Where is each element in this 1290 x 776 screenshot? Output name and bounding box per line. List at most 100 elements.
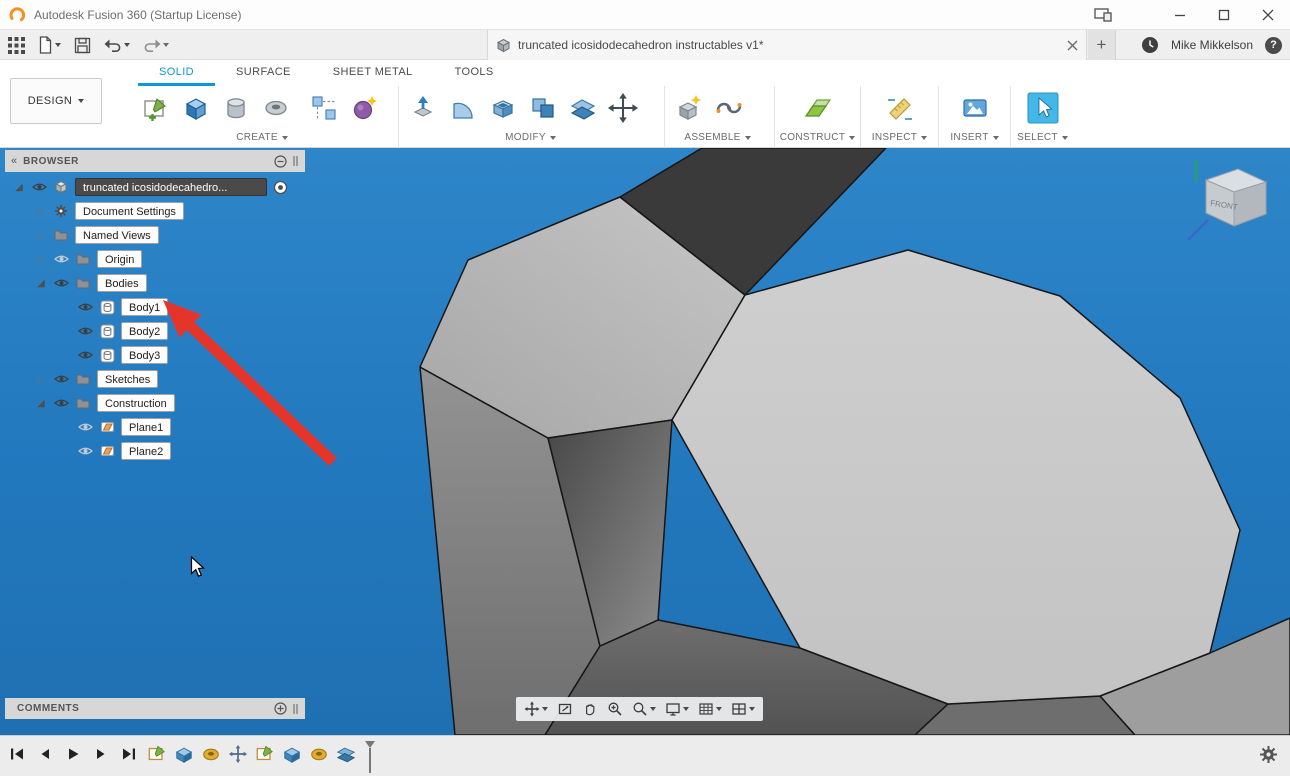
orbit-button[interactable] [582,701,598,717]
visibility-eye-off-icon[interactable] [77,443,93,459]
help-button[interactable]: ? [1265,37,1282,54]
notifications-clock-icon[interactable] [1141,36,1159,54]
timeline-feature-extrude2[interactable] [281,743,303,765]
tree-label-named-views[interactable]: Named Views [75,226,159,244]
press-pull-button[interactable] [407,92,439,124]
play-button[interactable] [62,743,84,765]
expander-open-icon[interactable] [35,278,47,289]
document-tab[interactable]: truncated icosidodecahedron instructable… [487,30,1087,60]
document-close-icon[interactable] [1067,40,1078,51]
expander-closed-icon[interactable] [35,206,47,217]
display-settings-button[interactable] [665,701,689,717]
zoom-in-button[interactable] [607,701,623,717]
combine-button[interactable] [527,92,559,124]
timeline-position-marker[interactable] [364,740,376,774]
tree-label-plane1[interactable]: Plane1 [121,418,171,436]
new-document-tab-button[interactable]: + [1088,30,1116,60]
step-forward-button[interactable] [90,743,112,765]
expander-closed-icon[interactable] [35,254,47,265]
timeline-feature-revolve1[interactable] [200,743,222,765]
create-group-label[interactable]: CREATE [132,132,392,143]
construction-plane-button[interactable] [802,92,834,124]
timeline-settings-gear-icon[interactable] [1259,745,1278,764]
box-button[interactable] [180,92,212,124]
panel-minus-icon[interactable] [274,155,287,168]
browser-header[interactable]: « BROWSER [5,150,305,172]
cylinder-button[interactable] [220,92,252,124]
tree-label-body3[interactable]: Body3 [121,346,168,364]
close-button[interactable] [1246,0,1290,30]
comments-bar[interactable]: COMMENTS [5,698,305,719]
timeline-feature-thicken[interactable] [335,743,357,765]
skip-to-end-button[interactable] [118,743,140,765]
insert-group-label[interactable]: INSERT [939,132,1010,143]
expander-open-icon[interactable] [35,398,47,409]
construct-group-label[interactable]: CONSTRUCT [775,132,860,143]
form-button[interactable] [348,92,380,124]
maximize-button[interactable] [1202,0,1246,30]
step-back-button[interactable] [34,743,56,765]
pan-button[interactable] [524,701,548,717]
select-group-label[interactable]: SELECT [1011,132,1074,143]
visibility-eye-off-icon[interactable] [77,419,93,435]
measure-button[interactable] [884,92,916,124]
visibility-eye-icon[interactable] [77,323,93,339]
tree-label-body2[interactable]: Body2 [121,322,168,340]
visibility-eye-icon[interactable] [77,299,93,315]
fillet-button[interactable] [447,92,479,124]
tab-tools[interactable]: TOOLS [434,60,515,86]
tree-label-root[interactable]: truncated icosidodecahedro... [75,178,267,196]
minimize-button[interactable] [1158,0,1202,30]
app-grid-button[interactable] [8,30,25,60]
activate-component-radio[interactable] [273,180,288,195]
timeline-feature-revolve2[interactable] [308,743,330,765]
visibility-eye-icon[interactable] [31,179,47,195]
visibility-eye-icon[interactable] [77,347,93,363]
timeline-feature-extrude1[interactable] [173,743,195,765]
offset-face-button[interactable] [567,92,599,124]
modify-group-label[interactable]: MODIFY [399,132,662,143]
view-cube[interactable]: FRONT [1182,156,1274,248]
tab-sheet-metal[interactable]: SHEET METAL [312,60,434,86]
shell-button[interactable] [487,92,519,124]
tree-label-origin[interactable]: Origin [97,250,142,268]
skip-to-start-button[interactable] [6,743,28,765]
assemble-group-label[interactable]: ASSEMBLE [665,132,770,143]
joint-button[interactable] [713,92,745,124]
tree-label-body1[interactable]: Body1 [121,298,168,316]
look-at-button[interactable] [557,701,573,717]
workspace-selector-button[interactable]: DESIGN [10,78,102,124]
expander-closed-icon[interactable] [35,230,47,241]
visibility-eye-icon[interactable] [53,371,69,387]
expander-closed-icon[interactable] [35,374,47,385]
move-button[interactable] [607,92,639,124]
viewport-3d[interactable]: FRONT « BROWSER [0,148,1290,735]
create-sketch-button[interactable] [140,92,172,124]
pattern-button[interactable] [308,92,340,124]
comments-plus-icon[interactable] [274,702,287,715]
face-decagon[interactable] [672,250,1240,704]
timeline-feature-sketch2[interactable] [254,743,276,765]
tree-label-bodies[interactable]: Bodies [97,274,147,292]
fit-button[interactable] [632,701,656,717]
undo-button[interactable] [104,30,130,60]
tree-label-document-settings[interactable]: Document Settings [75,202,184,220]
redo-button[interactable] [143,30,169,60]
select-button[interactable] [1027,92,1059,124]
visibility-eye-icon[interactable] [53,395,69,411]
collapse-panel-icon[interactable]: « [11,156,17,166]
tree-label-construction[interactable]: Construction [97,394,175,412]
insert-image-button[interactable] [959,92,991,124]
tree-label-sketches[interactable]: Sketches [97,370,158,388]
save-button[interactable] [74,30,91,60]
expander-open-icon[interactable] [13,182,25,193]
visibility-eye-icon[interactable] [53,275,69,291]
timeline-feature-move[interactable] [227,743,249,765]
panel-grip[interactable] [293,156,295,166]
tab-solid[interactable]: SOLID [138,60,215,86]
viewports-button[interactable] [731,701,755,717]
comments-grip[interactable] [293,704,295,714]
new-component-button[interactable] [673,92,705,124]
file-menu-button[interactable] [38,30,61,60]
desktop-connector-icon[interactable] [1094,8,1112,22]
